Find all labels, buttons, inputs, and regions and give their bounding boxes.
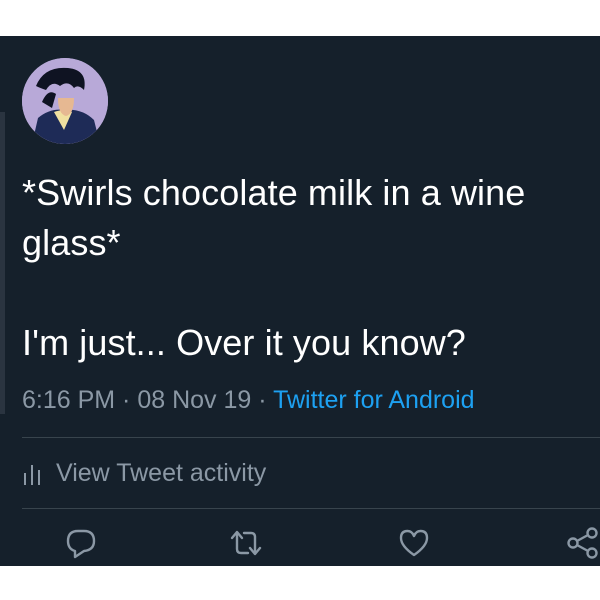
meta-separator: · [251,386,274,414]
tweet-date: 08 Nov 19 [137,386,252,414]
scroll-edge [0,112,5,414]
bar-chart-icon [22,462,42,485]
share-icon[interactable] [566,526,600,560]
view-activity-label: View Tweet activity [56,459,267,487]
reply-icon[interactable] [64,526,98,560]
tweet-meta: 6:16 PM · 08 Nov 19 · Twitter for Androi… [22,385,475,415]
tweet-source-link[interactable]: Twitter for Android [273,386,474,414]
meta-separator: · [115,386,138,414]
heart-icon[interactable] [397,526,431,560]
divider [22,508,600,509]
tweet-time: 6:16 PM [22,386,116,414]
tweet-text: *Swirls chocolate milk in a wine glass* … [22,172,526,363]
view-activity-link[interactable]: View Tweet activity [22,458,266,488]
retweet-icon[interactable] [229,526,263,560]
avatar[interactable] [22,58,108,144]
divider [22,437,600,438]
action-bar [0,526,600,566]
tweet-detail: *Swirls chocolate milk in a wine glass* … [0,36,600,566]
